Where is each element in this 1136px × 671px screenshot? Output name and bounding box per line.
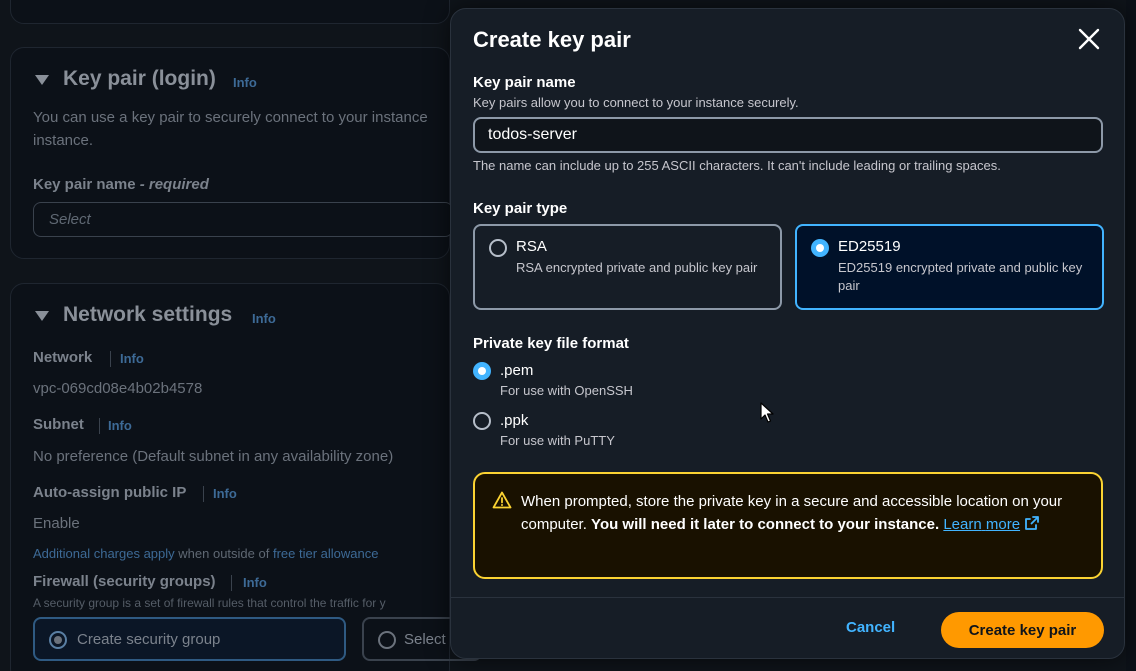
keypair-select[interactable]: Select bbox=[33, 202, 453, 237]
subnet-value: No preference (Default subnet in any ava… bbox=[33, 448, 394, 465]
pem-option-name: .pem bbox=[500, 362, 534, 379]
public-ip-info-link[interactable]: Info bbox=[213, 486, 237, 501]
collapse-caret-icon[interactable] bbox=[35, 75, 49, 85]
additional-charges-link[interactable]: Additional charges apply bbox=[33, 546, 175, 561]
firewall-label: Firewall (security groups) bbox=[33, 573, 216, 590]
cancel-button[interactable]: Cancel bbox=[846, 619, 895, 636]
ppk-option-description: For use with PuTTY bbox=[500, 433, 615, 448]
create-security-group-option[interactable]: Create security group bbox=[33, 617, 346, 661]
create-key-pair-modal: Create key pair Key pair name Key pairs … bbox=[450, 8, 1125, 659]
keypair-name-label-text: Key pair name bbox=[33, 176, 136, 193]
radio-selected-icon bbox=[811, 239, 829, 257]
rsa-option-description: RSA encrypted private and public key pai… bbox=[516, 260, 758, 275]
learn-more-link-part2: more bbox=[985, 516, 1021, 533]
required-marker: - required bbox=[139, 176, 209, 193]
divider bbox=[203, 486, 204, 502]
create-key-pair-button[interactable]: Create key pair bbox=[941, 612, 1104, 648]
warning-bold-text: You will need it later to connect to you… bbox=[591, 516, 940, 533]
rsa-option-name: RSA bbox=[516, 238, 547, 255]
format-pem-option[interactable]: .pem For use with OpenSSH bbox=[473, 361, 693, 401]
subnet-label: Subnet bbox=[33, 416, 84, 433]
network-field-info-link[interactable]: Info bbox=[120, 351, 144, 366]
footer-divider bbox=[451, 597, 1124, 598]
close-icon[interactable] bbox=[1077, 27, 1101, 51]
charges-note: Additional charges apply when outside of… bbox=[33, 546, 378, 561]
network-info-link[interactable]: Info bbox=[252, 311, 276, 326]
key-pair-name-label: Key pair name bbox=[473, 74, 576, 91]
keypair-description-1: You can use a key pair to securely conne… bbox=[33, 109, 428, 126]
keypair-info-link[interactable]: Info bbox=[233, 75, 257, 90]
external-link-icon[interactable] bbox=[1024, 516, 1040, 533]
firewall-info-link[interactable]: Info bbox=[243, 575, 267, 590]
keypair-section-title: Key pair (login) bbox=[63, 67, 216, 90]
network-section: Network settings Info Network Info vpc-0… bbox=[10, 283, 482, 671]
pem-option-description: For use with OpenSSH bbox=[500, 383, 633, 398]
free-tier-link[interactable]: free tier allowance bbox=[273, 546, 379, 561]
mouse-cursor-icon bbox=[760, 402, 774, 429]
select-security-group-label: Select bbox=[404, 631, 446, 648]
warning-message: When prompted, store the private key in … bbox=[521, 490, 1081, 536]
format-ppk-option[interactable]: .ppk For use with PuTTY bbox=[473, 411, 693, 451]
key-pair-name-description: Key pairs allow you to connect to your i… bbox=[473, 95, 799, 110]
ppk-option-name: .ppk bbox=[500, 412, 529, 429]
key-pair-name-input[interactable] bbox=[473, 117, 1103, 153]
warning-triangle-icon bbox=[492, 491, 512, 514]
ed25519-option-description: ED25519 encrypted private and public key… bbox=[838, 260, 1083, 293]
radio-unselected-icon bbox=[489, 239, 507, 257]
charges-middle-text: when outside of bbox=[174, 546, 273, 561]
divider bbox=[99, 418, 100, 434]
radio-selected-icon bbox=[49, 631, 67, 649]
modal-title: Create key pair bbox=[473, 27, 631, 52]
key-type-ed25519-option[interactable]: ED25519 ED25519 encrypted private and pu… bbox=[795, 224, 1104, 310]
key-pair-name-hint: The name can include up to 255 ASCII cha… bbox=[473, 158, 1001, 173]
private-key-warning: When prompted, store the private key in … bbox=[473, 472, 1103, 579]
radio-unselected-icon bbox=[378, 631, 396, 649]
keypair-section: Key pair (login) Info You can use a key … bbox=[10, 47, 453, 259]
network-label: Network bbox=[33, 349, 93, 366]
radio-selected-icon bbox=[473, 362, 491, 380]
network-value: vpc-069cd08e4b02b4578 bbox=[33, 380, 203, 397]
learn-more-link-part1: Learn bbox=[943, 516, 982, 533]
private-key-format-label: Private key file format bbox=[473, 335, 629, 352]
key-type-rsa-option[interactable]: RSA RSA encrypted private and public key… bbox=[473, 224, 782, 310]
keypair-select-placeholder: Select bbox=[49, 211, 91, 228]
ed25519-option-name: ED25519 bbox=[838, 238, 901, 255]
public-ip-value: Enable bbox=[33, 515, 80, 532]
subnet-info-link[interactable]: Info bbox=[108, 418, 132, 433]
divider bbox=[110, 351, 111, 367]
collapse-caret-icon[interactable] bbox=[35, 311, 49, 321]
firewall-description: A security group is a set of firewall ru… bbox=[33, 596, 386, 610]
network-section-title: Network settings bbox=[63, 303, 233, 326]
public-ip-label: Auto-assign public IP bbox=[33, 484, 187, 501]
keypair-name-label: Key pair name - required bbox=[33, 176, 209, 193]
key-pair-type-label: Key pair type bbox=[473, 200, 568, 217]
keypair-description-2: instance. bbox=[33, 132, 94, 149]
learn-more-link[interactable]: Learn more bbox=[943, 516, 1020, 533]
radio-unselected-icon bbox=[473, 412, 491, 430]
right-panel-edge bbox=[1126, 0, 1136, 671]
top-card-remnant bbox=[10, 0, 450, 24]
create-security-group-label: Create security group bbox=[77, 631, 221, 648]
divider bbox=[231, 575, 232, 591]
